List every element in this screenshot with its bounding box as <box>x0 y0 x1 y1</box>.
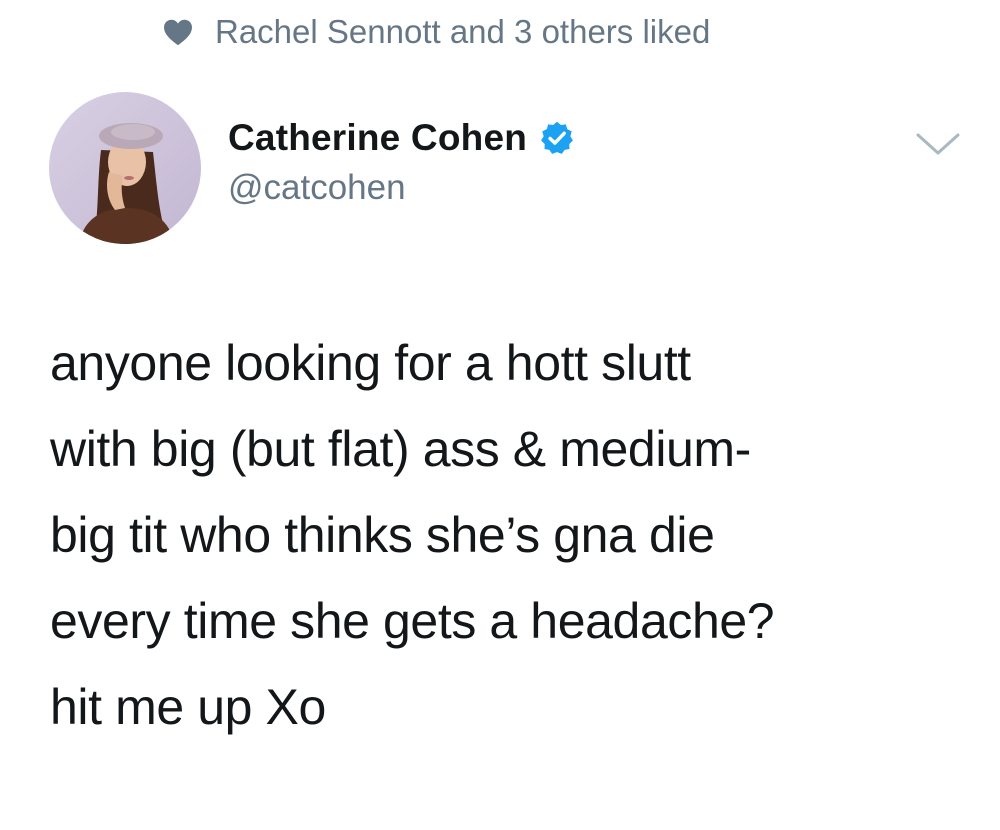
tweet-text: anyone looking for a hott slutt with big… <box>50 320 980 750</box>
chevron-down-icon <box>915 131 961 162</box>
social-context-text: Rachel Sennott and 3 others liked <box>215 13 711 50</box>
verified-badge-icon <box>539 119 577 157</box>
author-name[interactable]: Catherine Cohen <box>228 117 527 159</box>
tweet-text-line: anyone looking for a hott slutt <box>50 335 691 391</box>
tweet-text-line: big tit who thinks she’s gna die <box>50 507 715 563</box>
heart-icon <box>163 18 193 46</box>
author-handle[interactable]: @catcohen <box>228 168 406 208</box>
tweet-text-line: with big (but flat) ass & medium- <box>50 421 751 477</box>
social-context[interactable]: Rachel Sennott and 3 others liked <box>163 12 710 52</box>
tweet-text-line: every time she gets a headache? <box>50 593 775 649</box>
tweet-text-line: hit me up Xo <box>50 679 326 735</box>
avatar[interactable] <box>49 92 201 244</box>
author-name-row[interactable]: Catherine Cohen <box>228 114 577 162</box>
tweet-menu-button[interactable] <box>913 130 963 162</box>
